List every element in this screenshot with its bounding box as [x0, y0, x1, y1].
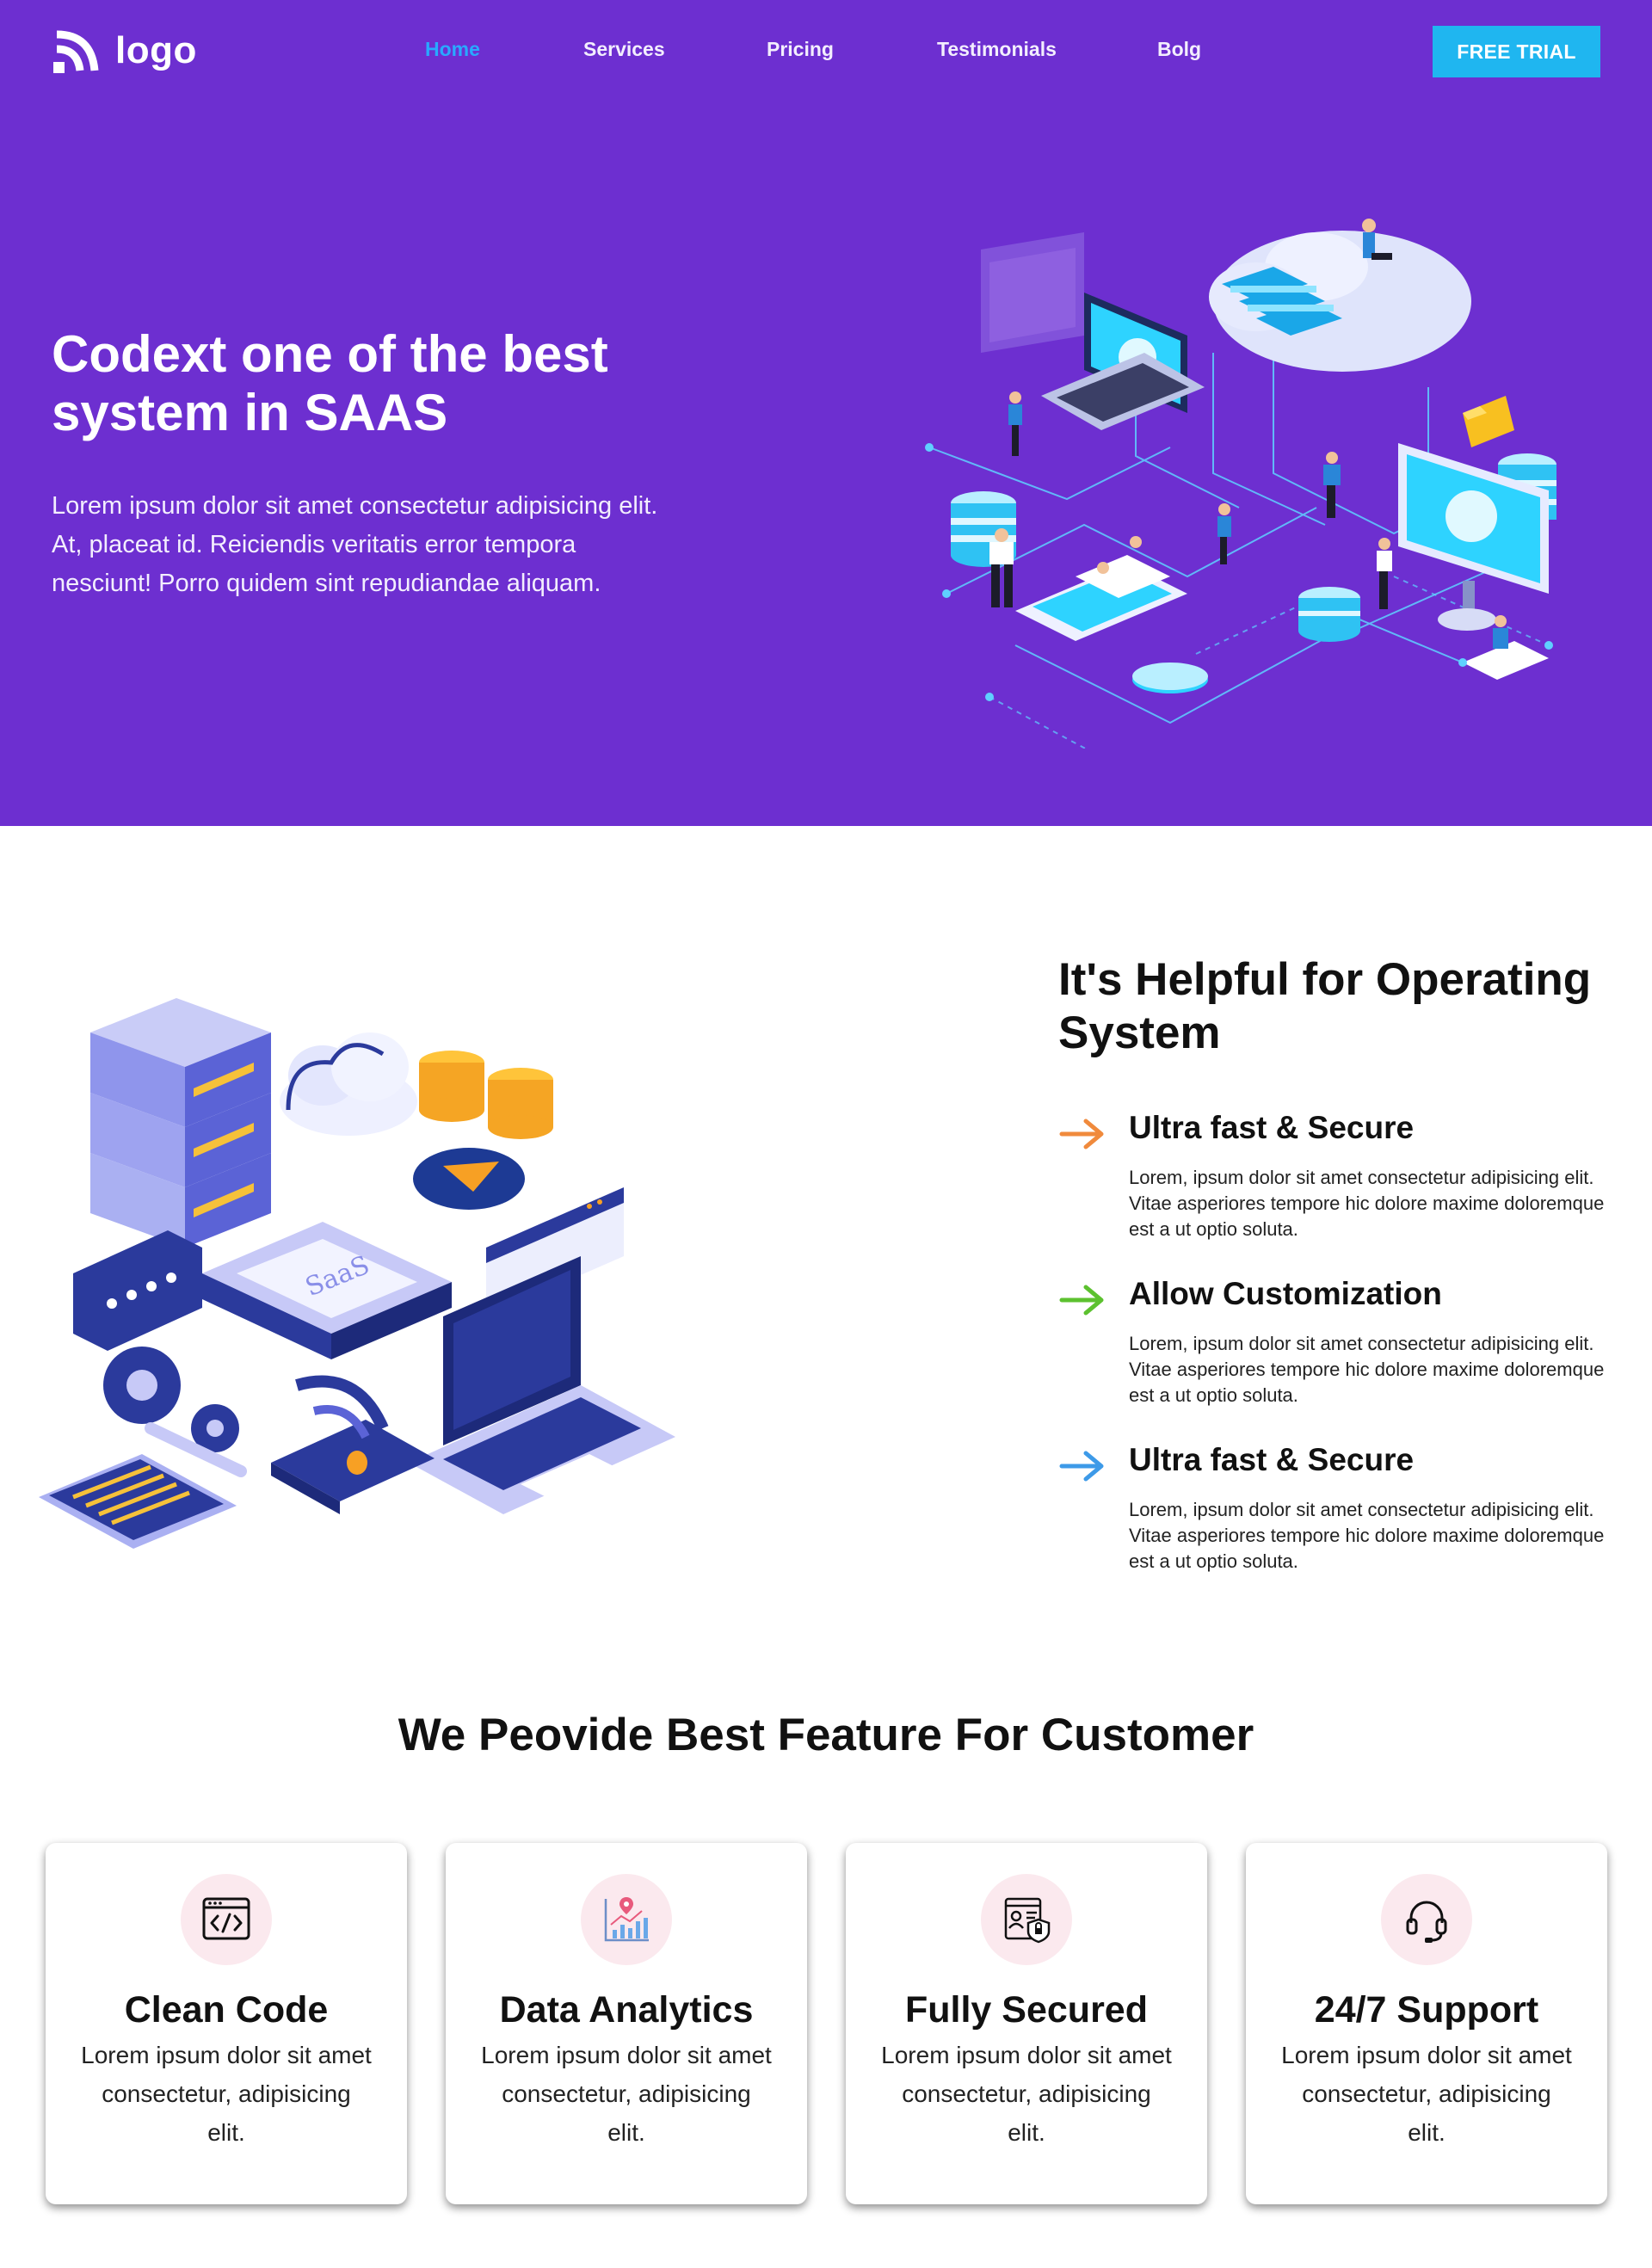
card-title: Clean Code [124, 1989, 329, 2031]
helpful-feature-text: Lorem, ipsum dolor sit amet consectetur … [1129, 1167, 1605, 1240]
card-text: Lorem ipsum dolor sit amet consectetur, … [1281, 2042, 1572, 2146]
nav-link-home[interactable]: Home [425, 38, 480, 61]
card-icon-badge [981, 1874, 1072, 1965]
feature-card-support[interactable]: 24/7 Support Lorem ipsum dolor sit amet … [1246, 1843, 1607, 2204]
feature-card-data-analytics[interactable]: Data Analytics Lorem ipsum dolor sit ame… [446, 1843, 807, 2204]
nav-link-services[interactable]: Services [583, 38, 665, 61]
secure-document-icon [1004, 1897, 1051, 1944]
nav-link-testimonials[interactable]: Testimonials [937, 38, 1057, 61]
arrow-right-icon [1059, 1119, 1104, 1149]
card-text: Lorem ipsum dolor sit amet consectetur, … [81, 2042, 372, 2146]
hero-title: Codext one of the best system in SAAS [52, 325, 608, 441]
helpful-feature-title: Allow Customization [1129, 1276, 1442, 1311]
feature-card-fully-secured[interactable]: Fully Secured Lorem ipsum dolor sit amet… [846, 1843, 1207, 2204]
hero-section: logo Home Services Pricing Testimonials … [0, 0, 1652, 826]
features-section-title: We Peovide Best Feature For Customer [398, 1710, 1254, 1760]
nav-link-pricing[interactable]: Pricing [767, 38, 834, 61]
nav-links: Home Services Pricing Testimonials Bolg [0, 38, 1652, 64]
card-text: Lorem ipsum dolor sit amet consectetur, … [881, 2042, 1172, 2146]
helpful-feature-text: Lorem, ipsum dolor sit amet consectetur … [1129, 1499, 1605, 1572]
card-title: 24/7 Support [1314, 1989, 1539, 2031]
card-text: Lorem ipsum dolor sit amet consectetur, … [481, 2042, 772, 2146]
helpful-feature-text: Lorem, ipsum dolor sit amet consectetur … [1129, 1333, 1605, 1406]
hero-cloud-network-illustration [925, 219, 1556, 749]
top-navbar: logo Home Services Pricing Testimonials … [0, 0, 1652, 102]
card-icon-badge [181, 1874, 272, 1965]
saas-isometric-illustration: SaaS [39, 998, 675, 1549]
arrow-right-icon [1059, 1285, 1104, 1316]
helpful-feature-title: Ultra fast & Secure [1129, 1110, 1415, 1145]
helpful-feature-title: Ultra fast & Secure [1129, 1442, 1415, 1477]
card-icon-badge [581, 1874, 672, 1965]
headset-icon [1406, 1901, 1447, 1943]
helpful-section-title: It's Helpful for Operating System [1058, 954, 1592, 1058]
feature-card-clean-code[interactable]: Clean Code Lorem ipsum dolor sit amet co… [46, 1843, 407, 2204]
analytics-chart-icon [604, 1897, 649, 1942]
code-window-icon [202, 1897, 250, 1940]
card-title: Data Analytics [499, 1989, 754, 2031]
card-title: Fully Secured [905, 1989, 1148, 2031]
nav-link-blog[interactable]: Bolg [1157, 38, 1201, 61]
hero-description: Lorem ipsum dolor sit amet consectetur a… [52, 492, 658, 597]
free-trial-button[interactable]: FREE TRIAL [1433, 26, 1600, 77]
arrow-right-icon [1059, 1451, 1104, 1482]
card-icon-badge [1381, 1874, 1472, 1965]
